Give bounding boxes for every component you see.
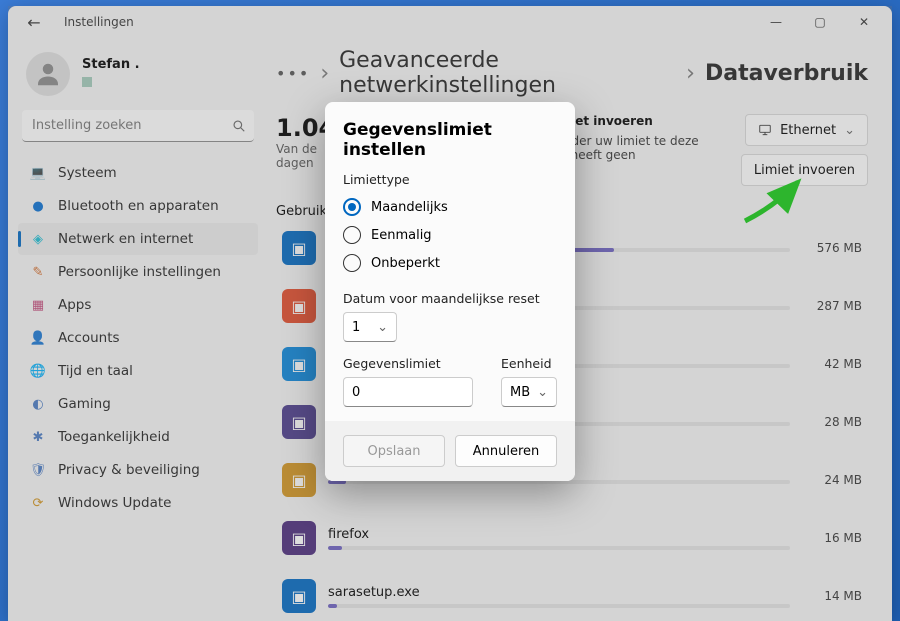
data-limit-input-wrap[interactable] xyxy=(343,377,473,407)
data-limit-dialog: Gegevenslimiet instellen Limiettype Maan… xyxy=(325,102,575,481)
nav-icon: 🌐 xyxy=(30,363,46,379)
chevron-right-icon: › xyxy=(686,61,695,86)
monitor-icon xyxy=(758,123,772,137)
nav-icon: ✱ xyxy=(30,429,46,445)
nav-icon: ▦ xyxy=(30,297,46,313)
breadcrumb-more[interactable]: ••• xyxy=(276,64,310,83)
nav-label: Privacy & beveiliging xyxy=(58,462,200,478)
sidebar-item[interactable]: ● Bluetooth en apparaten xyxy=(18,190,258,222)
nav-label: Bluetooth en apparaten xyxy=(58,198,219,214)
search-box[interactable] xyxy=(22,110,254,142)
nav-icon: ● xyxy=(30,198,46,214)
data-limit-label: Gegevenslimiet xyxy=(343,356,491,371)
window-title: Instellingen xyxy=(64,15,134,29)
nav-label: Tijd en taal xyxy=(58,363,133,379)
nav-label: Accounts xyxy=(58,330,120,346)
user-name: Stefan . xyxy=(82,57,140,72)
maximize-button[interactable]: ▢ xyxy=(798,8,842,36)
limit-type-label: Limiettype xyxy=(343,172,557,187)
search-icon xyxy=(232,118,246,137)
dialog-title: Gegevenslimiet instellen xyxy=(343,120,557,160)
nav-label: Persoonlijke instellingen xyxy=(58,264,221,280)
nav-label: Toegankelijkheid xyxy=(58,429,170,445)
nav-icon: ⟳ xyxy=(30,495,46,511)
app-name: firefox xyxy=(328,527,790,542)
nav-label: Systeem xyxy=(58,165,117,181)
sidebar-item[interactable]: ✎ Persoonlijke instellingen xyxy=(18,256,258,288)
sidebar-item[interactable]: ◐ Gaming xyxy=(18,388,258,420)
radio-icon xyxy=(343,198,361,216)
sidebar-item[interactable]: ⟳ Windows Update xyxy=(18,487,258,519)
user-block[interactable]: Stefan . xyxy=(18,46,258,110)
app-icon: ▣ xyxy=(282,405,316,439)
app-usage-row[interactable]: ▣ sarasetup.exe 14 MB xyxy=(276,573,868,619)
app-icon: ▣ xyxy=(282,231,316,265)
app-usage-row[interactable]: ▣ firefox 16 MB xyxy=(276,515,868,561)
enter-limit-button[interactable]: Limiet invoeren xyxy=(741,154,868,186)
nav-icon: ✎ xyxy=(30,264,46,280)
nav-label: Windows Update xyxy=(58,495,171,511)
app-size: 14 MB xyxy=(802,589,862,603)
sidebar-item[interactable]: 🌐 Tijd en taal xyxy=(18,355,258,387)
sidebar: Stefan . 💻 Systeem ● Bluetooth en apparaten… xyxy=(8,38,268,621)
save-button[interactable]: Opslaan xyxy=(343,435,445,467)
unit-label: Eenheid xyxy=(501,356,557,371)
breadcrumb: ••• › Geavanceerde netwerkinstellingen ›… xyxy=(276,48,868,98)
app-icon: ▣ xyxy=(282,347,316,381)
titlebar: ← Instellingen — ▢ ✕ xyxy=(8,6,892,38)
sidebar-item[interactable]: 💻 Systeem xyxy=(18,157,258,189)
nav-icon: ◈ xyxy=(30,231,46,247)
radio-once[interactable]: Eenmalig xyxy=(343,221,557,249)
chevron-down-icon: ⌄ xyxy=(844,123,855,138)
avatar xyxy=(26,52,70,96)
search-input[interactable] xyxy=(22,110,254,142)
cancel-button[interactable]: Annuleren xyxy=(455,435,557,467)
app-size: 576 MB xyxy=(802,241,862,255)
nav-icon: 👤 xyxy=(30,330,46,346)
sidebar-item[interactable]: 🛡 Privacy & beveiliging xyxy=(18,454,258,486)
close-button[interactable]: ✕ xyxy=(842,8,886,36)
app-size: 28 MB xyxy=(802,415,862,429)
sidebar-item[interactable]: ▦ Apps xyxy=(18,289,258,321)
reset-date-select[interactable]: 1 ⌄ xyxy=(343,312,397,342)
sidebar-item[interactable]: ◈ Netwerk en internet xyxy=(18,223,258,255)
usage-bar xyxy=(328,546,790,550)
nav-icon: ◐ xyxy=(30,396,46,412)
chevron-down-icon: ⌄ xyxy=(377,320,388,335)
ethernet-dropdown[interactable]: Ethernet ⌄ xyxy=(745,114,868,146)
app-icon: ▣ xyxy=(282,521,316,555)
minimize-button[interactable]: — xyxy=(754,8,798,36)
unit-select[interactable]: MB ⌄ xyxy=(501,377,557,407)
user-status-icon xyxy=(82,77,92,87)
nav-label: Apps xyxy=(58,297,91,313)
data-limit-input[interactable] xyxy=(352,385,464,400)
nav-label: Netwerk en internet xyxy=(58,231,193,247)
chevron-down-icon: ⌄ xyxy=(537,385,548,400)
radio-icon xyxy=(343,254,361,272)
radio-icon xyxy=(343,226,361,244)
app-size: 24 MB xyxy=(802,473,862,487)
radio-unlimited[interactable]: Onbeperkt xyxy=(343,249,557,277)
settings-window: ← Instellingen — ▢ ✕ Stefan . xyxy=(8,6,892,621)
app-icon: ▣ xyxy=(282,463,316,497)
radio-monthly[interactable]: Maandelijks xyxy=(343,193,557,221)
app-size: 42 MB xyxy=(802,357,862,371)
back-button[interactable]: ← xyxy=(24,13,44,32)
app-icon: ▣ xyxy=(282,289,316,323)
reset-date-label: Datum voor maandelijkse reset xyxy=(343,291,557,306)
chevron-right-icon: › xyxy=(320,61,329,86)
nav-list: 💻 Systeem ● Bluetooth en apparaten ◈ Netwerk … xyxy=(18,156,258,520)
nav-icon: 💻 xyxy=(30,165,46,181)
breadcrumb-parent[interactable]: Geavanceerde netwerkinstellingen xyxy=(339,48,676,98)
app-name: sarasetup.exe xyxy=(328,585,790,600)
app-size: 16 MB xyxy=(802,531,862,545)
nav-icon: 🛡 xyxy=(30,462,46,478)
breadcrumb-current: Dataverbruik xyxy=(705,61,868,86)
sidebar-item[interactable]: ✱ Toegankelijkheid xyxy=(18,421,258,453)
usage-bar xyxy=(328,604,790,608)
app-icon: ▣ xyxy=(282,579,316,613)
nav-label: Gaming xyxy=(58,396,111,412)
sidebar-item[interactable]: 👤 Accounts xyxy=(18,322,258,354)
app-size: 287 MB xyxy=(802,299,862,313)
